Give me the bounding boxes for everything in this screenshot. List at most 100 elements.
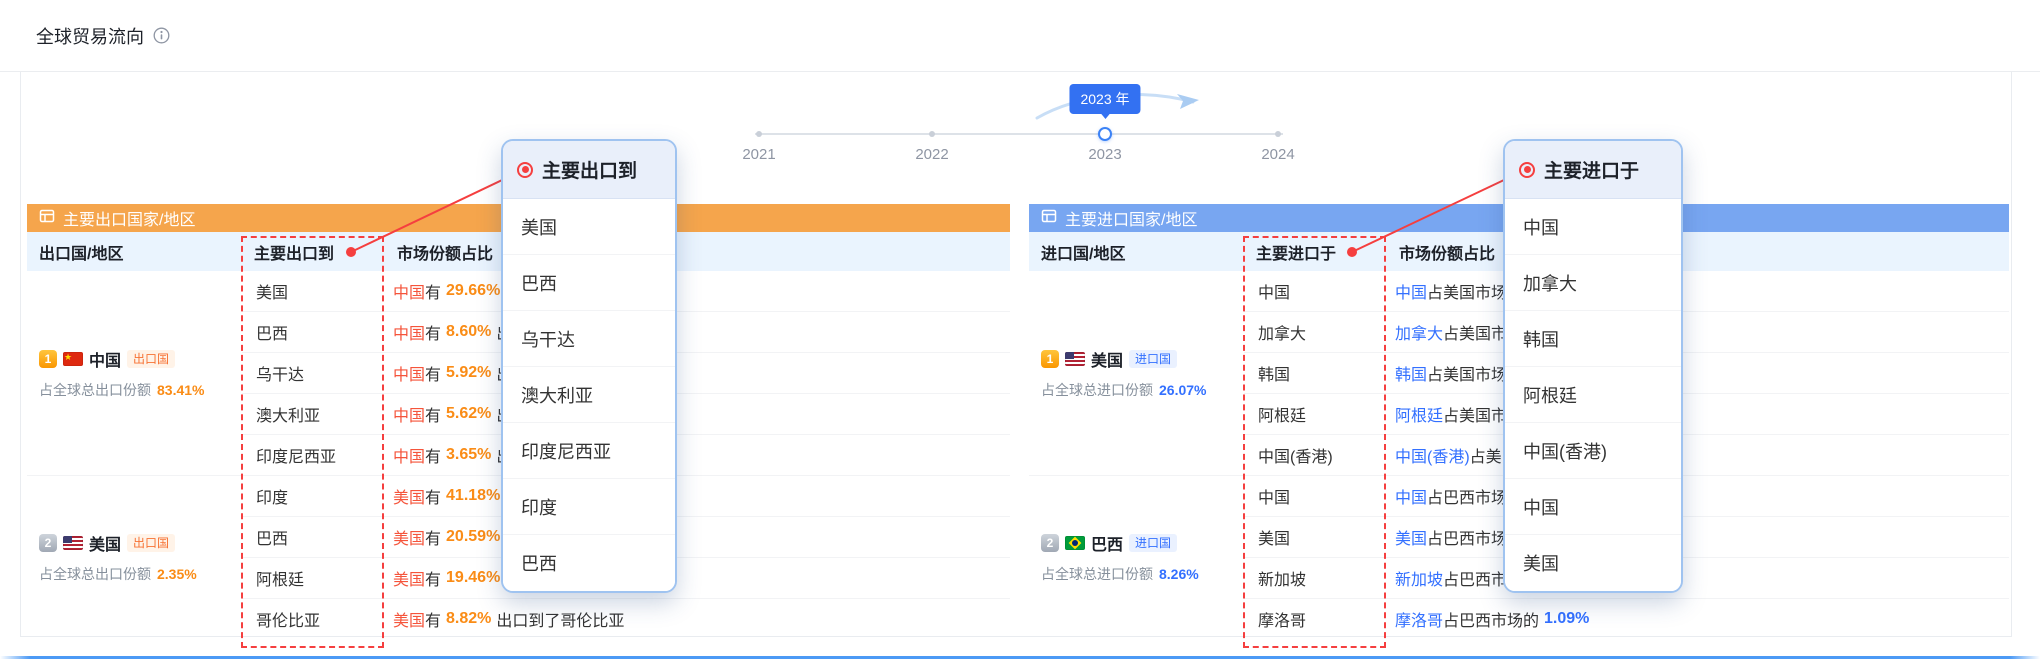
- rank-2-badge: 2: [39, 534, 57, 552]
- timeline-dot-2022[interactable]: [929, 131, 935, 137]
- source-country: 美国: [393, 525, 425, 549]
- trade-panel: 2023 年 2021 2022 2023 2024 主要出口国家/地区 出口国…: [20, 72, 2012, 637]
- importer-country-name: 巴西: [1091, 531, 1123, 555]
- link-text: 有: [425, 525, 441, 549]
- source-country: 中国: [393, 320, 425, 344]
- exporter-group-china: 1 ★ 中国 出口国 占全球总出口份额 83.41%: [27, 271, 242, 476]
- china-flag-icon: ★: [63, 352, 83, 366]
- export-dest-popup: 主要出口到 美国 巴西 乌干达 澳大利亚 印度尼西亚 印度 巴西: [501, 139, 677, 593]
- share-percent: 3.65%: [446, 446, 491, 464]
- link-text: 有: [425, 361, 441, 385]
- year-label-2024[interactable]: 2024: [1238, 146, 1318, 163]
- export-share-prefix: 占全球总出口份额: [39, 564, 151, 584]
- importer-type-badge: 进口国: [1129, 350, 1177, 368]
- source-country: 美国: [1395, 525, 1427, 549]
- page-bottom-accent: [0, 656, 2040, 659]
- source-country: 新加坡: [1395, 566, 1443, 590]
- share-percent: 29.66%: [446, 282, 500, 300]
- link-text: 有: [425, 320, 441, 344]
- export-share-cell: 美国有20.59%出口到了巴西: [385, 517, 1010, 558]
- source-country: 中国: [393, 402, 425, 426]
- link-text: 有: [425, 443, 441, 467]
- column-header-import-country: 进口国/地区: [1029, 232, 1244, 271]
- import-share-cell: 中国占美国市场的: [1387, 271, 2009, 312]
- source-country: 摩洛哥: [1395, 607, 1443, 631]
- export-share-cell: 美国有41.18%出口到了印度: [385, 476, 1010, 517]
- popup-item[interactable]: 澳大利亚: [503, 367, 675, 423]
- popup-item[interactable]: 乌干达: [503, 311, 675, 367]
- year-label-2021[interactable]: 2021: [719, 146, 799, 163]
- share-percent: 8.82%: [446, 610, 491, 628]
- import-src-popup: 主要进口于 中国 加拿大 韩国 阿根廷 中国(香港) 中国 美国: [1503, 139, 1683, 593]
- import-src-cell: 韩国: [1244, 353, 1387, 394]
- popup-item[interactable]: 美国: [503, 199, 675, 255]
- popup-item[interactable]: 巴西: [503, 255, 675, 311]
- export-share-cell: 美国有8.82%出口到了哥伦比亚: [385, 599, 1010, 637]
- source-country: 中国: [393, 279, 425, 303]
- timeline-dot-2024[interactable]: [1275, 131, 1281, 137]
- popup-item[interactable]: 巴西: [503, 535, 675, 591]
- import-src-cell: 中国: [1244, 476, 1387, 517]
- export-share-cell: 中国有29.66%出口到了美国: [385, 271, 1010, 312]
- export-dest-popup-header: 主要出口到: [503, 141, 675, 199]
- import-share-value: 26.07%: [1159, 382, 1206, 398]
- export-dest-cell: 印度尼西亚: [242, 435, 385, 476]
- share-percent: 41.18%: [446, 487, 500, 505]
- exporter-country-name: 中国: [89, 347, 121, 371]
- import-share-prefix: 占全球总进口份额: [1041, 564, 1153, 584]
- popup-item[interactable]: 加拿大: [1505, 255, 1681, 311]
- popup-item[interactable]: 中国: [1505, 199, 1681, 255]
- import-share-cell: 中国(香港)占美国市场的: [1387, 435, 2009, 476]
- popup-item[interactable]: 美国: [1505, 535, 1681, 591]
- source-country: 中国(香港): [1395, 443, 1470, 467]
- import-src-popup-header: 主要进口于: [1505, 141, 1681, 199]
- export-share-value: 83.41%: [157, 382, 204, 398]
- import-share-cell: 加拿大占美国市场的: [1387, 312, 2009, 353]
- popup-item[interactable]: 印度: [503, 479, 675, 535]
- exporter-group-usa: 2 美国 出口国 占全球总出口份额 2.35%: [27, 476, 242, 637]
- rank-2-badge: 2: [1041, 534, 1059, 552]
- rank-1-badge: 1: [39, 350, 57, 368]
- info-icon[interactable]: [153, 27, 170, 44]
- exporter-country-name: 美国: [89, 531, 121, 555]
- year-label-2023[interactable]: 2023: [1065, 146, 1145, 163]
- rank-1-badge: 1: [1041, 350, 1059, 368]
- import-table-title: 主要进口国家/地区: [1065, 206, 1197, 230]
- link-text: 有: [425, 279, 441, 303]
- source-country: 中国: [1395, 484, 1427, 508]
- column-header-export-share: 市场份额占比: [385, 232, 1010, 271]
- usa-flag-icon: [1065, 352, 1085, 366]
- timeline-handle-2023[interactable]: [1098, 127, 1112, 141]
- popup-item[interactable]: 韩国: [1505, 311, 1681, 367]
- export-share-cell: 中国有5.62%出口到了澳大利亚: [385, 394, 1010, 435]
- timeline-track[interactable]: [755, 133, 1283, 135]
- global-trade-flow-screen: 全球贸易流向 2023 年 2021 2022 2023 2024: [0, 0, 2040, 661]
- export-dest-cell: 巴西: [242, 312, 385, 353]
- export-share-prefix: 占全球总出口份额: [39, 380, 151, 400]
- link-text: 有: [425, 607, 441, 631]
- import-share-cell: 中国占巴西市场的: [1387, 476, 2009, 517]
- popup-item[interactable]: 印度尼西亚: [503, 423, 675, 479]
- popup-item[interactable]: 阿根廷: [1505, 367, 1681, 423]
- import-src-cell: 加拿大: [1244, 312, 1387, 353]
- import-share-cell: 阿根廷占美国市场的: [1387, 394, 2009, 435]
- year-label-2022[interactable]: 2022: [892, 146, 972, 163]
- popup-item[interactable]: 中国(香港): [1505, 423, 1681, 479]
- export-dest-popup-title: 主要出口到: [542, 156, 637, 183]
- source-country: 加拿大: [1395, 320, 1443, 344]
- export-dest-cell: 印度: [242, 476, 385, 517]
- export-dest-cell: 阿根廷: [242, 558, 385, 599]
- export-dest-cell: 巴西: [242, 517, 385, 558]
- tail-text: 占巴西市场的: [1443, 607, 1539, 631]
- export-dest-cell: 哥伦比亚: [242, 599, 385, 637]
- import-share-cell: 美国占巴西市场的: [1387, 517, 2009, 558]
- target-icon: [1519, 162, 1535, 178]
- import-src-cell: 中国(香港): [1244, 435, 1387, 476]
- import-src-cell: 摩洛哥: [1244, 599, 1387, 637]
- import-src-cell: 美国: [1244, 517, 1387, 558]
- share-percent: 5.62%: [446, 405, 491, 423]
- share-percent: 20.59%: [446, 528, 500, 546]
- popup-item[interactable]: 中国: [1505, 479, 1681, 535]
- import-src-cell: 阿根廷: [1244, 394, 1387, 435]
- timeline-dot-2021[interactable]: [756, 131, 762, 137]
